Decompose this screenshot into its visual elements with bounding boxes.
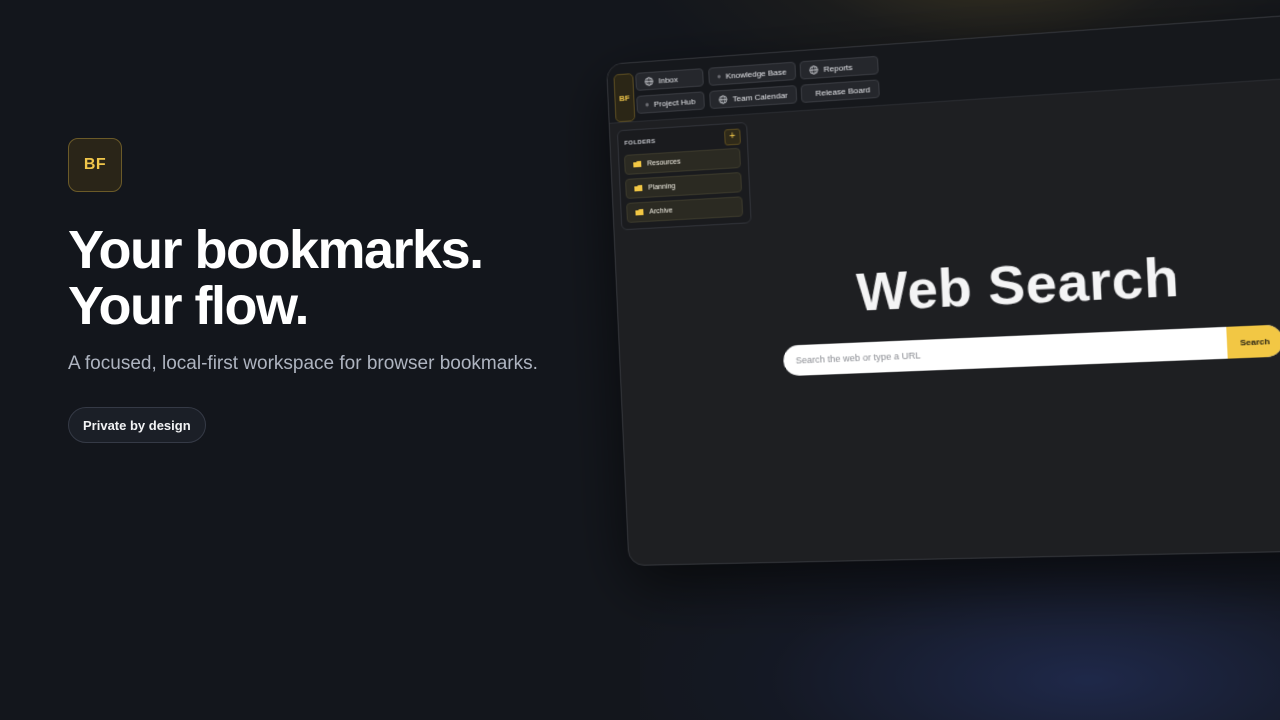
folder-item-archive[interactable]: Archive	[626, 196, 743, 223]
folder-item-resources[interactable]: Resources	[624, 148, 741, 175]
web-search-title: Web Search	[855, 246, 1180, 324]
tab-inbox[interactable]: Inbox	[635, 68, 704, 91]
tab-label: Reports	[823, 62, 852, 73]
tab-label: Knowledge Base	[725, 67, 786, 80]
privacy-badge: Private by design	[68, 407, 206, 443]
tab-label: Inbox	[658, 74, 678, 84]
tab-team-calendar[interactable]: Team Calendar	[709, 85, 797, 109]
tab-label: Project Hub	[654, 96, 696, 108]
folder-item-planning[interactable]: Planning	[625, 172, 742, 199]
globe-icon	[809, 65, 819, 75]
folders-panel: FOLDERS + Resources Planning Archive	[617, 122, 752, 230]
app-logo[interactable]: BF	[613, 73, 635, 122]
tab-release-board[interactable]: Release Board	[801, 79, 880, 103]
tab-project-hub[interactable]: Project Hub	[636, 91, 705, 114]
tab-label: Team Calendar	[732, 90, 788, 103]
search-button[interactable]: Search	[1226, 324, 1280, 358]
hero-subtitle: A focused, local-first workspace for bro…	[68, 353, 538, 375]
globe-icon	[718, 94, 727, 104]
folders-heading: FOLDERS	[624, 139, 656, 147]
tab-knowledge-base[interactable]: Knowledge Base	[708, 62, 796, 86]
tab-reports[interactable]: Reports	[799, 56, 878, 80]
folder-label: Resources	[647, 158, 681, 167]
app-mockup-window: BF Inbox Knowledge Base Reports Project …	[606, 9, 1280, 566]
folder-icon	[634, 185, 642, 191]
search-bar: Search	[783, 324, 1280, 376]
add-folder-button[interactable]: +	[724, 128, 741, 145]
folder-icon	[633, 161, 641, 167]
globe-icon	[717, 71, 720, 80]
brand-logo: BF	[68, 138, 122, 192]
folder-label: Archive	[649, 207, 673, 215]
search-input[interactable]	[783, 327, 1228, 376]
globe-icon	[644, 76, 653, 86]
globe-icon	[645, 100, 649, 109]
tab-label: Release Board	[815, 85, 870, 98]
folder-label: Planning	[648, 183, 675, 192]
folder-icon	[635, 209, 643, 215]
headline-line-2: Your flow.	[68, 278, 483, 334]
headline-line-1: Your bookmarks.	[68, 222, 483, 278]
hero-headline: Your bookmarks. Your flow.	[68, 222, 483, 334]
